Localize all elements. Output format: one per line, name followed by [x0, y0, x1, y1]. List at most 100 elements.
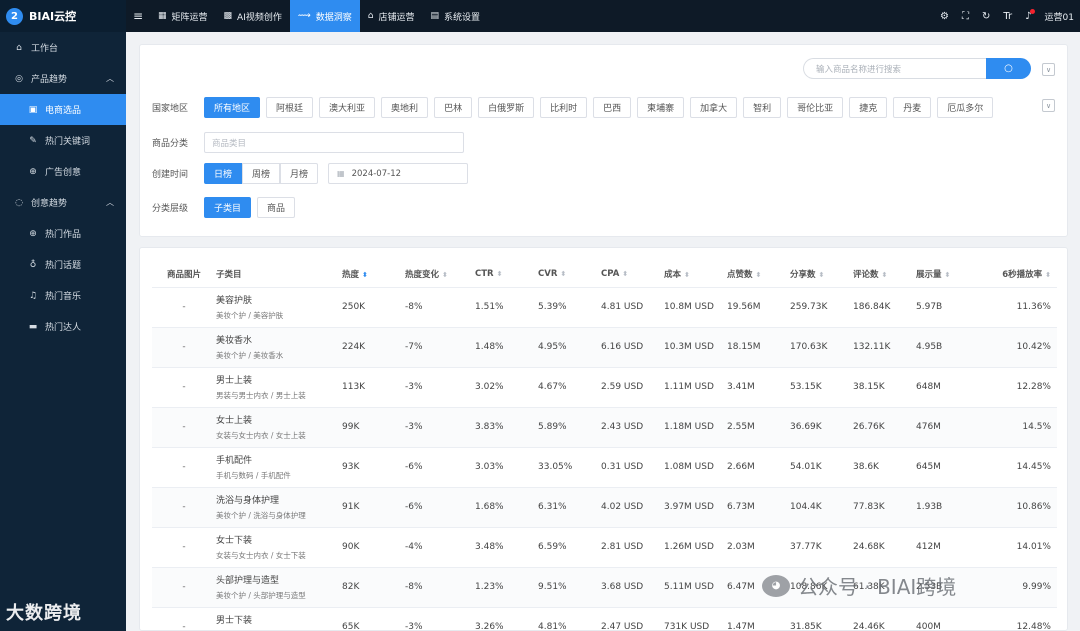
sidebar-item-hot-works[interactable]: ⊕ 热门作品 [0, 218, 126, 249]
col-header-6s-play-rate[interactable]: 6秒播放率 ⬍ [979, 261, 1057, 288]
country-chip[interactable]: 所有地区 [204, 97, 261, 118]
country-chip[interactable]: 巴林 [434, 97, 473, 118]
country-chip[interactable]: 厄瓜多尔 [937, 97, 994, 118]
collapse-search-button[interactable]: ∨ [1042, 63, 1055, 76]
cell-comments: 186.84K [853, 287, 916, 328]
country-chip[interactable]: 澳大利亚 [319, 97, 376, 118]
sidebar-item-hot-music[interactable]: ♫ 热门音乐 [0, 280, 126, 311]
table-row[interactable]: - 女士上装 女装与女士内衣 / 女士上装 99K -3% 3.83% 5.89% 2.43 … [152, 407, 1057, 448]
table-row[interactable]: - 美妆香水 美妆个护 / 美妆香水 224K -7% 1.48% 4.95% 6.16 US… [152, 327, 1057, 368]
cell-heat: 82K [342, 567, 405, 608]
search-input[interactable]: 输入商品名称进行搜索 [803, 58, 986, 79]
expand-countries-button[interactable]: ∨ [1042, 99, 1055, 112]
tab-system-settings[interactable]: ▤ 系统设置 [423, 0, 489, 32]
table-row[interactable]: - 男士上装 男装与男士内衣 / 男士上装 113K -3% 3.02% 4.67% 2.59… [152, 367, 1057, 408]
col-header-shares[interactable]: 分享数 ⬍ [790, 261, 853, 288]
cell-change: -8% [405, 567, 475, 608]
col-header-heat[interactable]: 热度 ⬍ [342, 261, 405, 288]
cell-likes: 2.66M [727, 447, 790, 488]
category-path: 手机与数码 / 手机配件 [216, 471, 291, 480]
country-chip[interactable]: 丹麦 [893, 97, 932, 118]
sidebar-item-ad-creative[interactable]: ⊕ 广告创意 [0, 156, 126, 187]
cell-rate6s: 14.45% [979, 447, 1057, 488]
country-chip[interactable]: 白俄罗斯 [478, 97, 535, 118]
product-option[interactable]: 商品 [257, 197, 296, 218]
subcategory-cell: 美妆香水 美妆个护 / 美妆香水 [216, 327, 342, 368]
country-chip[interactable]: 巴西 [593, 97, 632, 118]
sort-icon: ⬍ [755, 270, 762, 279]
col-header-heat-change[interactable]: 热度变化 ⬍ [405, 261, 475, 288]
globe-icon: ⊕ [29, 166, 37, 177]
sidebar-group-creative-trends[interactable]: ◌ 创意趋势 ︿ [0, 187, 126, 218]
cell-ctr: 1.51% [475, 287, 538, 328]
music-icon: ♫ [28, 290, 38, 301]
cell-cvr: 4.67% [538, 367, 601, 408]
col-header-cpa[interactable]: CPA ⬍ [601, 261, 664, 288]
table-row[interactable]: - 手机配件 手机与数码 / 手机配件 93K -6% 3.03% 33.05% 0.31 U… [152, 447, 1057, 488]
cell-comments: 24.68K [853, 527, 916, 568]
settings-icon[interactable]: ⚙ [940, 11, 949, 22]
tab-label: 矩阵运营 [171, 12, 208, 23]
product-image-cell: - [152, 447, 216, 488]
sidebar-item-workbench[interactable]: ⌂ 工作台 [0, 32, 126, 63]
weekly-option[interactable]: 周榜 [242, 163, 281, 184]
sidebar-item-hot-creators[interactable]: ▬ 热门达人 [0, 311, 126, 342]
cell-cvr: 33.05% [538, 447, 601, 488]
col-header-cvr[interactable]: CVR ⬍ [538, 261, 601, 288]
table-row[interactable]: - 女士下装 女装与女士内衣 / 女士下装 90K -4% 3.48% 6.59% 2.81 … [152, 527, 1057, 568]
sidebar-item-ecommerce-selection[interactable]: ▣ 电商选品 [0, 94, 126, 125]
daily-option[interactable]: 日榜 [204, 163, 243, 184]
menu-icon[interactable]: ≡ [126, 9, 150, 23]
date-picker[interactable]: ▦ 2024-07-12 [328, 163, 469, 184]
col-header-views[interactable]: 展示量 ⬍ [916, 261, 979, 288]
sidebar-item-hot-topics[interactable]: ♁ 热门话题 [0, 249, 126, 280]
monthly-option[interactable]: 月榜 [280, 163, 319, 184]
col-header-cost[interactable]: 成本 ⬍ [664, 261, 727, 288]
country-chip[interactable]: 加拿大 [690, 97, 738, 118]
cell-views: 5.97B [916, 287, 979, 328]
fullscreen-icon[interactable]: ⛶ [962, 11, 969, 22]
cell-comments: 24.46K [853, 607, 916, 630]
search-button[interactable]: ○ [986, 58, 1031, 79]
table-row[interactable]: - 美容护肤 美妆个护 / 美容护肤 250K -8% 1.51% 5.39% 4.81 US… [152, 287, 1057, 328]
document-icon: ▤ [430, 11, 440, 21]
user-name[interactable]: 运营01 [1045, 10, 1074, 23]
tab-ai-video[interactable]: ▩ AI视频创作 [216, 0, 290, 32]
tab-store-ops[interactable]: ⌂ 店铺运营 [360, 0, 423, 32]
tab-matrix-ops[interactable]: ▦ 矩阵运营 [150, 0, 216, 32]
sidebar-group-product-trends[interactable]: ◎ 产品趋势 ︿ [0, 63, 126, 94]
cell-comments: 132.11K [853, 327, 916, 368]
country-chip[interactable]: 阿根廷 [266, 97, 314, 118]
cell-cvr: 5.89% [538, 407, 601, 448]
country-chip[interactable]: 柬埔寨 [637, 97, 685, 118]
cell-ctr: 3.26% [475, 607, 538, 630]
tab-data-insights[interactable]: ⟿ 数据洞察 [289, 0, 360, 32]
country-chip[interactable]: 哥伦比亚 [787, 97, 844, 118]
sidebar-item-label: 热门音乐 [45, 292, 82, 302]
refresh-icon[interactable]: ↻ [982, 11, 990, 22]
chevron-up-icon: ︿ [106, 198, 114, 207]
font-size-icon[interactable]: Tr [1003, 11, 1012, 22]
wechat-icon: ◕ [762, 574, 790, 597]
table-row[interactable]: - 洗浴与身体护理 美妆个护 / 洗浴与身体护理 91K -6% 1.68% 6.31% 4.… [152, 487, 1057, 528]
cell-change: -4% [405, 527, 475, 568]
col-header-ctr[interactable]: CTR ⬍ [475, 261, 538, 288]
country-chip[interactable]: 比利时 [540, 97, 588, 118]
country-chip[interactable]: 智利 [743, 97, 782, 118]
subcategory-option[interactable]: 子类目 [204, 197, 252, 218]
cell-rate6s: 14.01% [979, 527, 1057, 568]
country-chip[interactable]: 捷克 [849, 97, 888, 118]
watermark-right: ◕ 公众号 · BIAI跨境 [762, 571, 956, 600]
country-chip[interactable]: 奥地利 [381, 97, 429, 118]
product-image-cell: - [152, 567, 216, 608]
sidebar-item-hot-keywords[interactable]: ✎ 热门关键词 [0, 125, 126, 156]
col-header-comments[interactable]: 评论数 ⬍ [853, 261, 916, 288]
category-select[interactable]: 商品类目 [204, 132, 464, 153]
cell-views: 476M [916, 407, 979, 448]
notification-bell[interactable]: ♪ [1025, 8, 1035, 22]
cell-shares: 54.01K [790, 447, 853, 488]
col-header-likes[interactable]: 点赞数 ⬍ [727, 261, 790, 288]
top-navbar: ≡ ▦ 矩阵运营 ▩ AI视频创作 ⟿ 数据洞察 ⌂ 店铺运营 ▤ 系统设置 ⚙… [126, 0, 1080, 32]
app-logo[interactable]: 2 BIAI云控 [0, 0, 126, 32]
table-row[interactable]: -男士下装男装与男士内衣 / 男士下装65K-3%3.26%4.81%2.47 … [152, 607, 1057, 630]
